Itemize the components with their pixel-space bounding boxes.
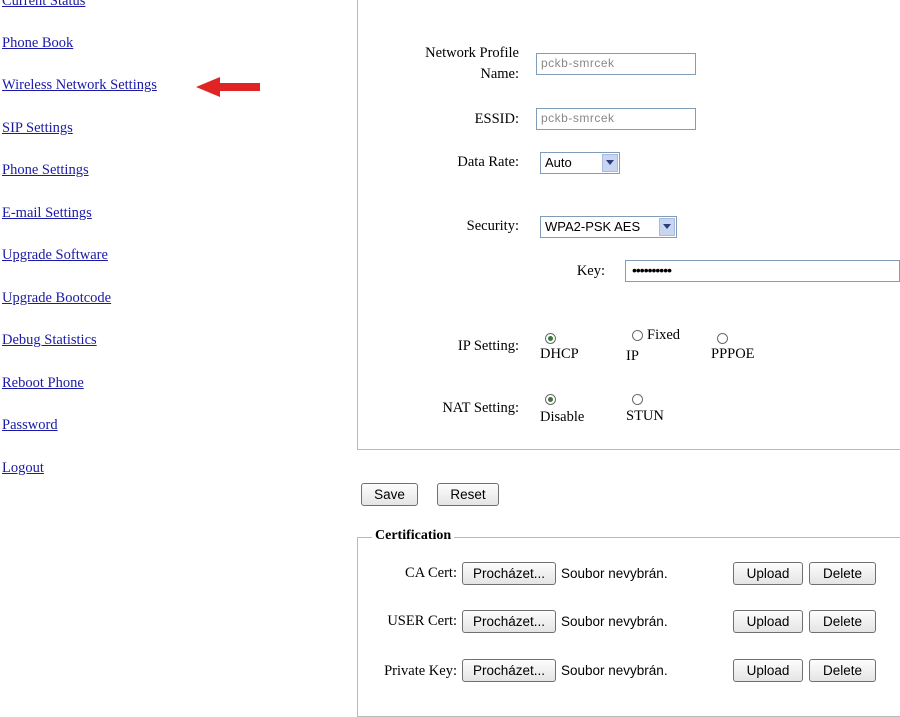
security-label: Security: xyxy=(466,218,519,234)
ip-pppoe-radio[interactable] xyxy=(717,333,728,344)
ca-cert-browse-button[interactable]: Procházet... xyxy=(462,562,556,585)
nav-email-settings[interactable]: E-mail Settings xyxy=(2,205,92,222)
profile-name-label-line2: Name: xyxy=(480,66,519,82)
ca-cert-label: CA Cert: xyxy=(405,565,457,581)
ip-pppoe-label: PPPOE xyxy=(711,346,755,362)
nav-phone-settings[interactable]: Phone Settings xyxy=(2,162,89,179)
profile-name-label-line1: Network Profile xyxy=(425,45,519,61)
profile-name-input[interactable]: pckb-smrcek xyxy=(536,53,696,75)
reset-button[interactable]: Reset xyxy=(437,483,499,506)
nat-disable-label: Disable xyxy=(540,409,585,425)
essid-input[interactable]: pckb-smrcek xyxy=(536,108,696,130)
user-cert-upload-button[interactable]: Upload xyxy=(733,610,803,633)
user-cert-file-status: Soubor nevybrán. xyxy=(561,614,668,629)
nav-phone-book[interactable]: Phone Book xyxy=(2,35,73,52)
private-key-delete-button[interactable]: Delete xyxy=(809,659,876,682)
chevron-down-icon xyxy=(659,218,675,236)
nav-debug-statistics[interactable]: Debug Statistics xyxy=(2,332,97,349)
chevron-down-icon xyxy=(602,154,618,172)
private-key-browse-button[interactable]: Procházet... xyxy=(462,659,556,682)
ca-cert-delete-button[interactable]: Delete xyxy=(809,562,876,585)
nav-upgrade-software[interactable]: Upgrade Software xyxy=(2,247,108,264)
nav-password[interactable]: Password xyxy=(2,417,58,434)
nav-reboot-phone[interactable]: Reboot Phone xyxy=(2,375,84,392)
ip-setting-label: IP Setting: xyxy=(457,338,519,354)
nav-wireless-network-settings[interactable]: Wireless Network Settings xyxy=(2,77,157,94)
red-arrow-icon xyxy=(196,77,260,97)
ca-cert-file-status: Soubor nevybrán. xyxy=(561,566,668,581)
key-label: Key: xyxy=(576,263,605,279)
nav-upgrade-bootcode[interactable]: Upgrade Bootcode xyxy=(2,290,111,307)
ca-cert-upload-button[interactable]: Upload xyxy=(733,562,803,585)
ip-dhcp-radio[interactable] xyxy=(545,333,556,344)
nav-sip-settings[interactable]: SIP Settings xyxy=(2,120,73,137)
data-rate-label: Data Rate: xyxy=(457,154,519,170)
essid-label: ESSID: xyxy=(474,111,519,127)
user-cert-label: USER Cert: xyxy=(387,613,457,629)
nat-setting-label: NAT Setting: xyxy=(442,400,519,416)
nat-stun-label: STUN xyxy=(626,408,664,424)
ip-fixed-label: Fixed xyxy=(647,327,681,343)
nav-current-status[interactable]: Current Status xyxy=(2,0,85,10)
data-rate-select[interactable]: Auto xyxy=(540,152,620,174)
ip-dhcp-label: DHCP xyxy=(540,346,579,362)
user-cert-browse-button[interactable]: Procházet... xyxy=(462,610,556,633)
save-button[interactable]: Save xyxy=(361,483,418,506)
security-select[interactable]: WPA2-PSK AES xyxy=(540,216,677,238)
private-key-label: Private Key: xyxy=(384,663,457,679)
nav-logout[interactable]: Logout xyxy=(2,460,44,477)
private-key-file-status: Soubor nevybrán. xyxy=(561,663,668,678)
key-input[interactable]: •••••••••• xyxy=(625,260,900,282)
certification-legend: Certification xyxy=(372,528,455,544)
nat-disable-radio[interactable] xyxy=(545,394,556,405)
private-key-upload-button[interactable]: Upload xyxy=(733,659,803,682)
user-cert-delete-button[interactable]: Delete xyxy=(809,610,876,633)
ip-fixed-label-line2: IP xyxy=(626,348,639,364)
nat-stun-radio[interactable] xyxy=(632,394,643,405)
ip-fixed-radio[interactable] xyxy=(632,330,643,341)
